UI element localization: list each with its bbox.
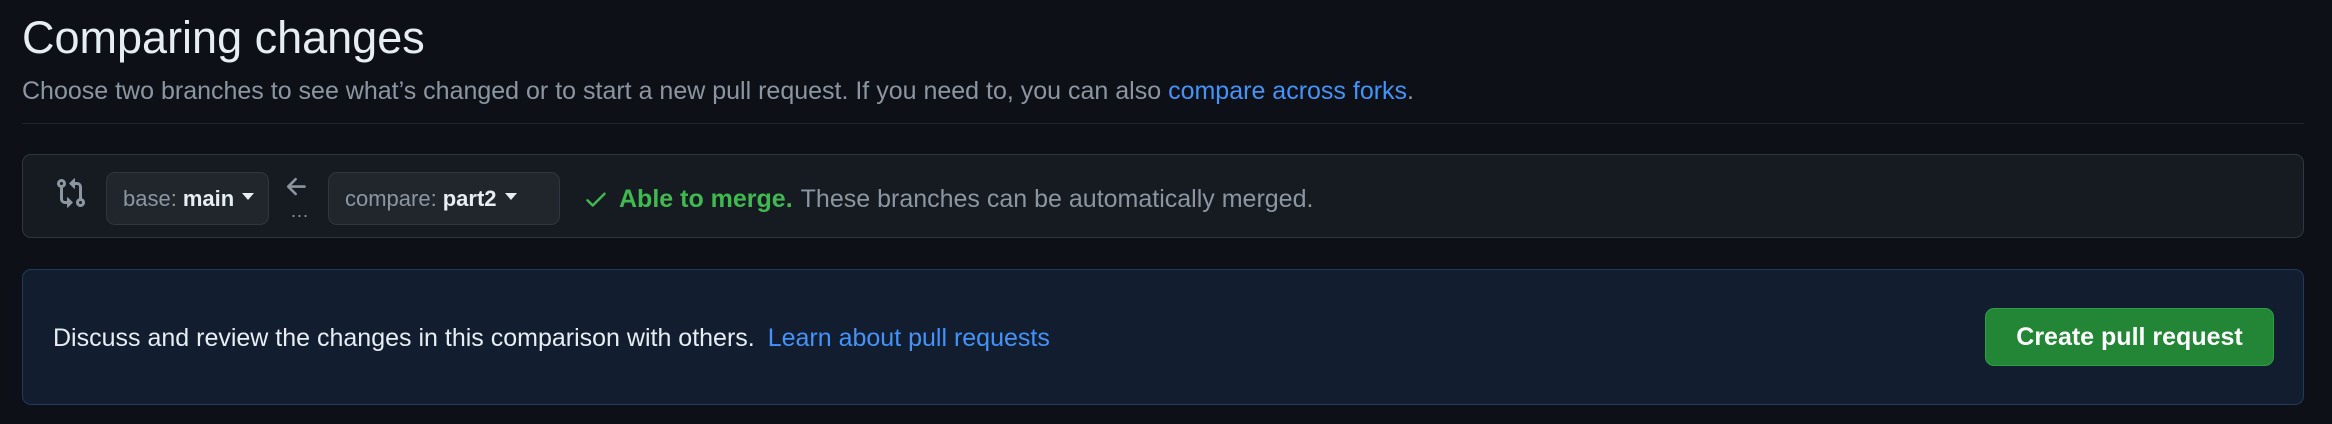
discuss-text: Discuss and review the changes in this c… [53,324,755,352]
discuss-banner: Discuss and review the changes in this c… [22,269,2304,405]
base-branch-name: main [182,185,235,211]
compare-branch-name: part2 [442,185,497,211]
page-title: Comparing changes [22,12,425,63]
range-dots: ... [291,201,310,221]
merge-status-label: Able to merge. [619,185,793,213]
merge-status: Able to merge. These branches can be aut… [583,183,1313,215]
base-prefix: base: [123,185,177,211]
compare-prefix: compare: [345,185,437,211]
compare-page: Comparing changes Choose two branches to… [0,0,2332,424]
base-branch-select[interactable]: base: main [106,172,269,225]
compare-across-forks-link[interactable]: compare across forks [1168,77,1407,105]
subtitle-end: . [1407,77,1414,105]
learn-pull-requests-link[interactable]: Learn about pull requests [768,324,1050,352]
check-icon [586,192,606,207]
compare-branch-select[interactable]: compare: part2 [328,172,560,225]
caret-down-icon [504,193,517,200]
page-subtitle: Choose two branches to see what’s change… [22,74,1414,108]
merge-status-description: These branches can be automatically merg… [800,185,1314,213]
caret-down-icon [242,193,255,200]
git-compare-icon [57,178,86,208]
discuss-message: Discuss and review the changes in this c… [53,321,1050,355]
create-pull-request-button[interactable]: Create pull request [1985,308,2274,366]
arrow-left-icon [286,177,306,196]
subtitle-text: Choose two branches to see what’s change… [22,77,1162,105]
divider [22,123,2304,124]
range-editor: base: main ... compare: part2 Able to me… [22,154,2304,238]
